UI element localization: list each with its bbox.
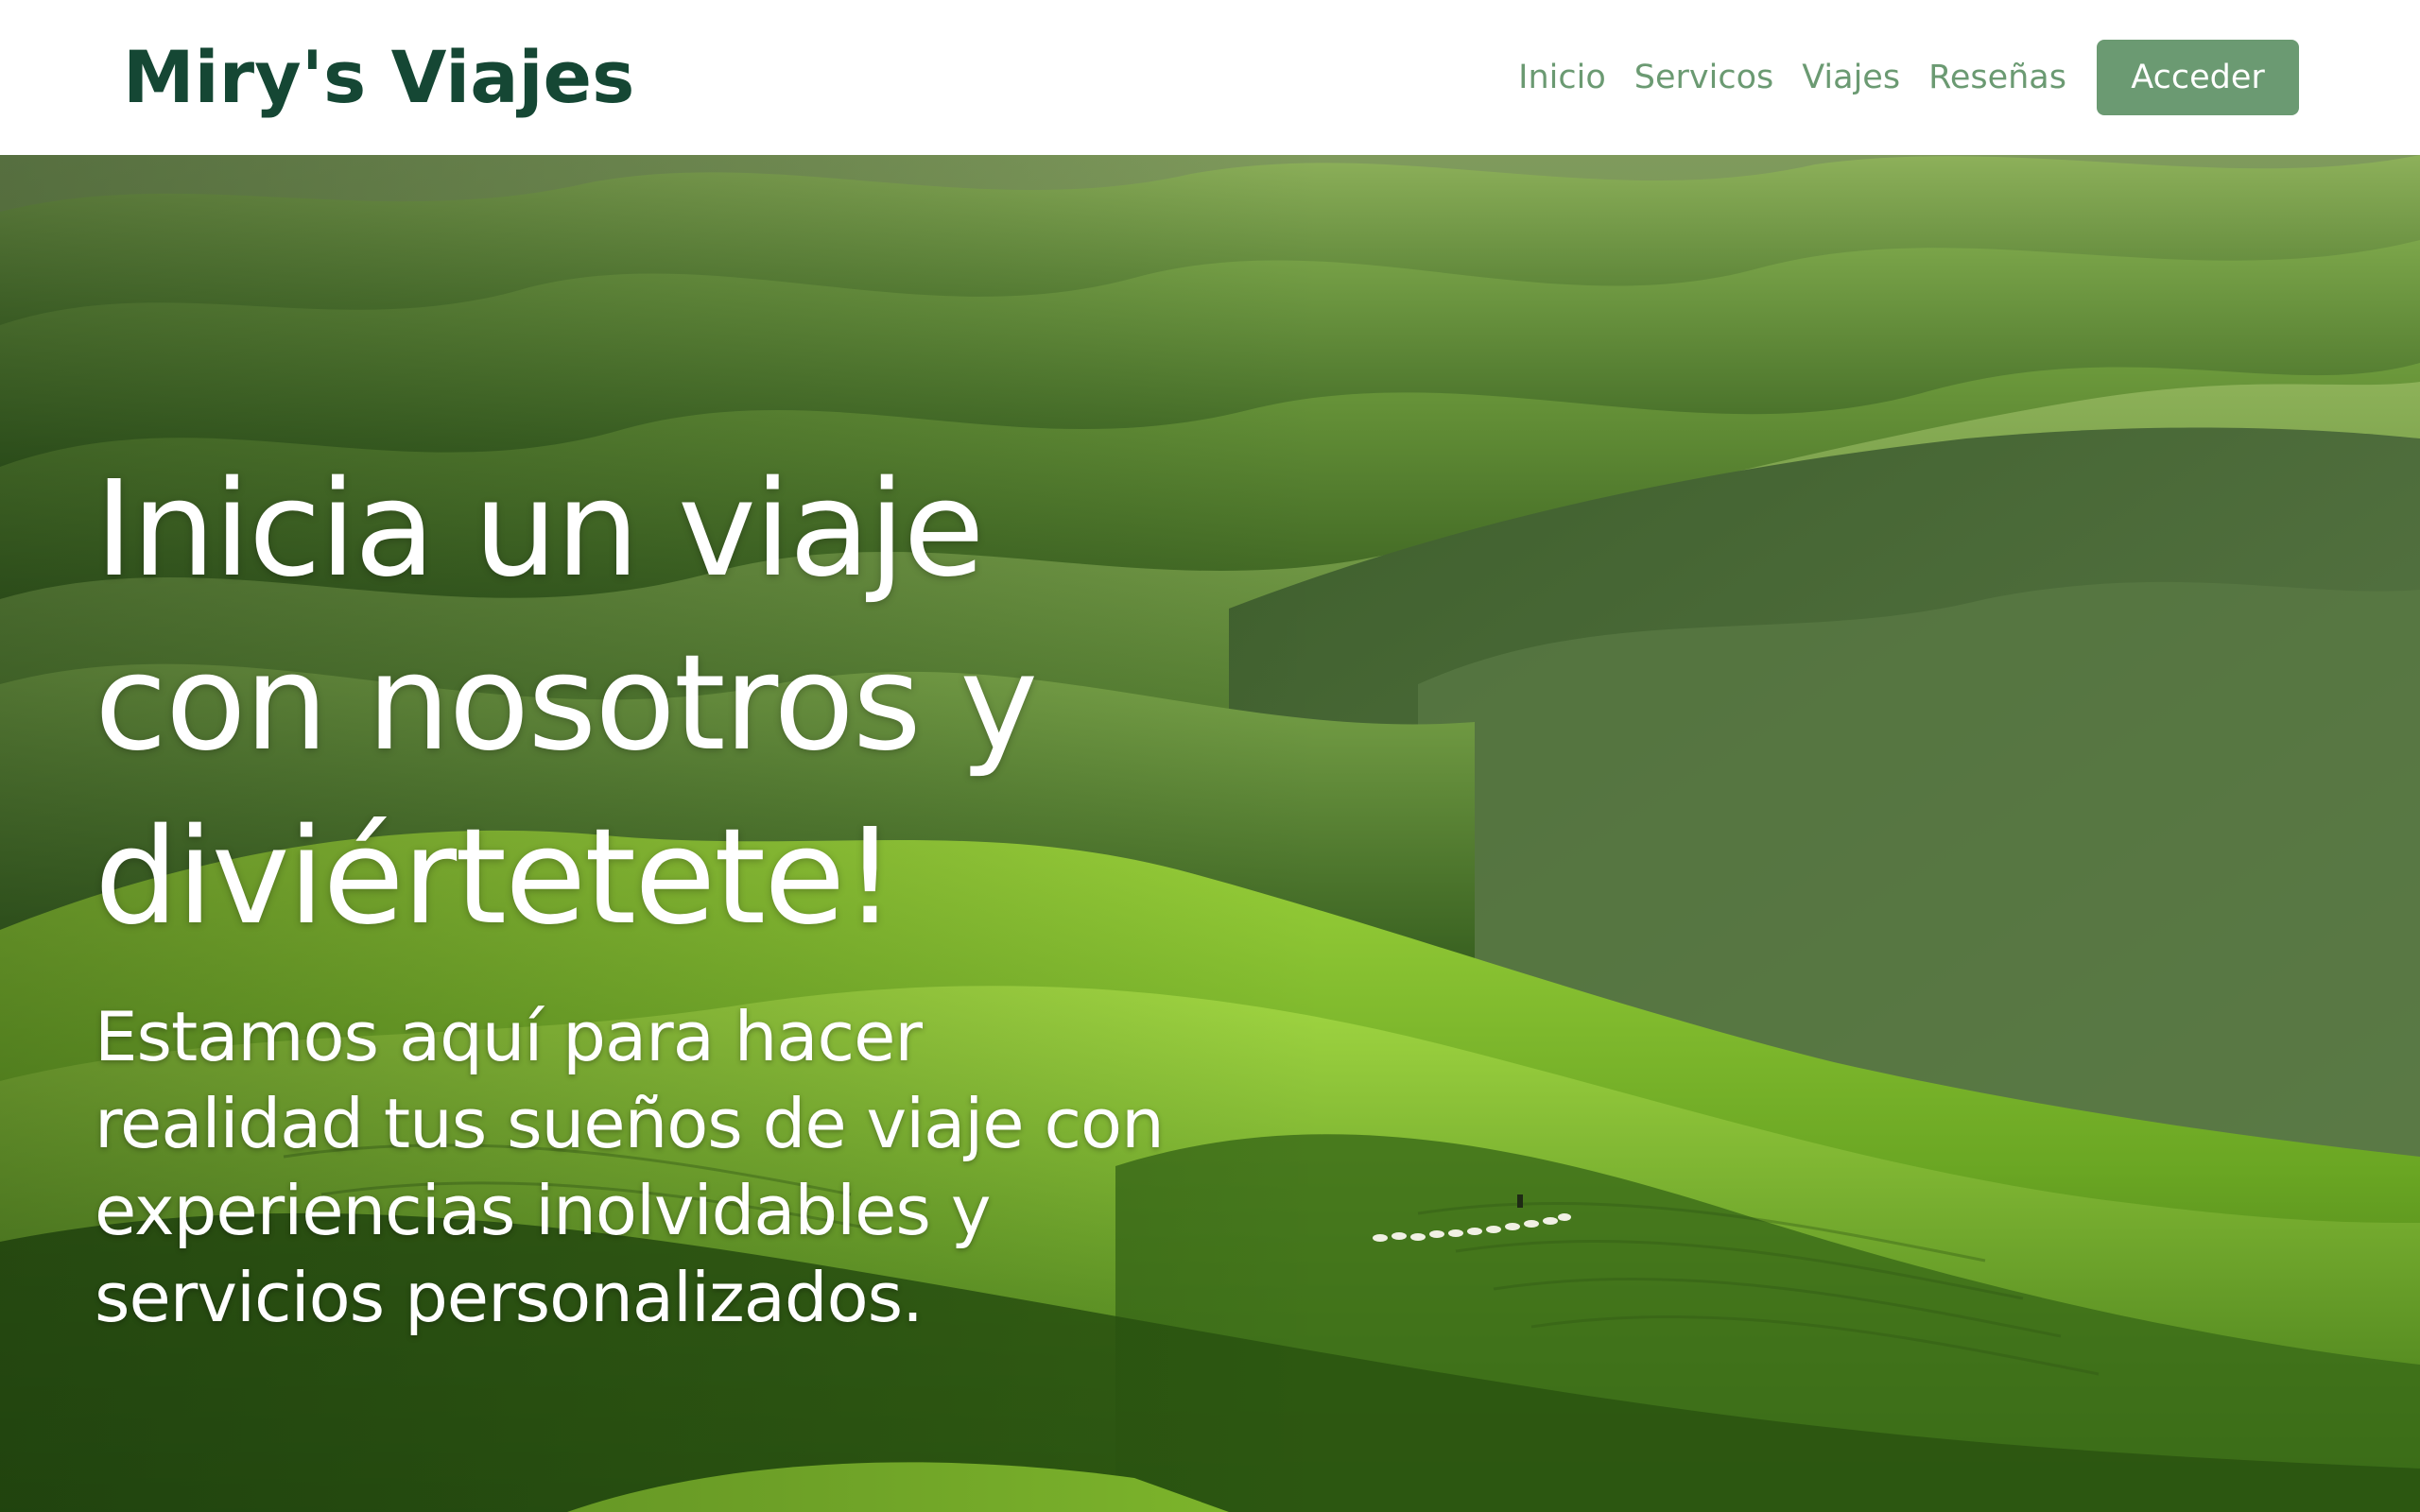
brand-logo[interactable]: Miry's Viajes	[123, 32, 634, 123]
nav-link-servicos[interactable]: Servicos	[1634, 59, 1773, 96]
hero-title: Inicia un viaje con nosotros y diviértet…	[95, 453, 1038, 954]
hero-subtitle: Estamos aquí para hacer realidad tus sue…	[95, 997, 1165, 1337]
nav-link-resenas[interactable]: Reseñas	[1928, 59, 2066, 96]
nav-link-viajes[interactable]: Viajes	[1802, 59, 1900, 96]
hero-section: Inicia un viaje con nosotros y diviértet…	[0, 155, 2420, 1512]
main-nav: Inicio Servicos Viajes Reseñas Acceder	[1518, 40, 2299, 115]
nav-link-inicio[interactable]: Inicio	[1518, 59, 1606, 96]
login-button[interactable]: Acceder	[2097, 40, 2299, 115]
site-header: Miry's Viajes Inicio Servicos Viajes Res…	[0, 0, 2420, 155]
